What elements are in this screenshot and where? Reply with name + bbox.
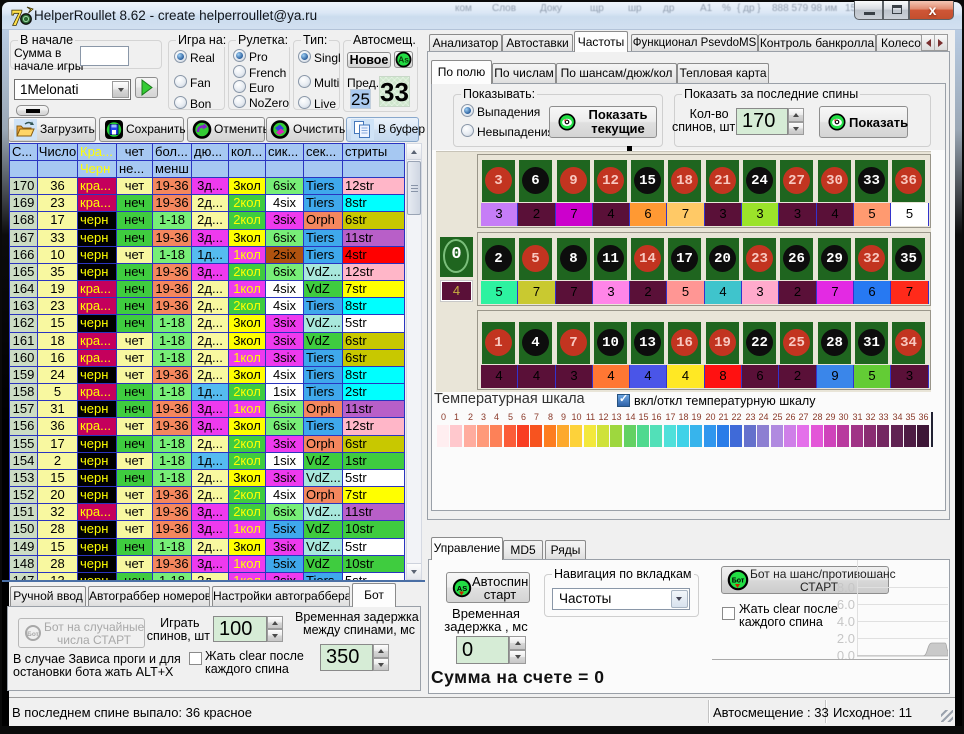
svg-text:As: As xyxy=(398,55,409,65)
svg-text:Бот: Бот xyxy=(732,578,745,585)
svg-text:Бот: Бот xyxy=(27,631,39,638)
svg-text:7: 7 xyxy=(11,5,22,29)
